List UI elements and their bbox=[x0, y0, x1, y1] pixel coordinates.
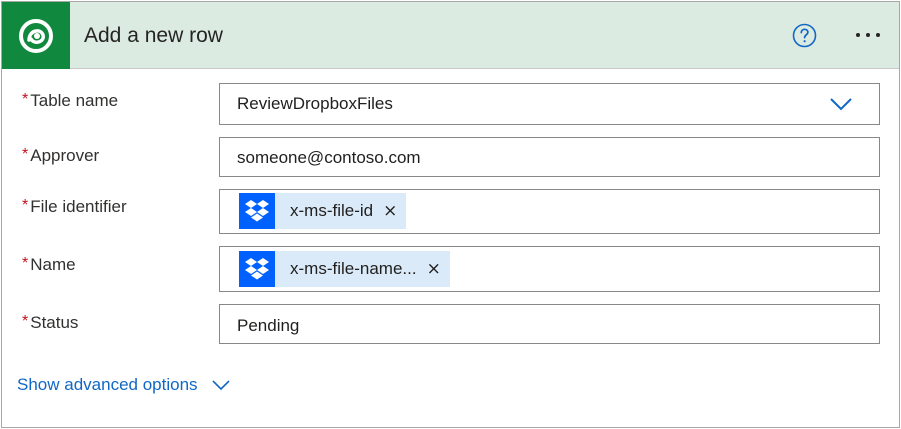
file-identifier-row: * File identifier x-ms-file-id × bbox=[2, 189, 899, 235]
more-options-icon[interactable] bbox=[848, 22, 888, 48]
status-label: * Status bbox=[22, 313, 79, 332]
card-header[interactable]: Add a new row bbox=[2, 2, 899, 69]
dynamic-content-token[interactable]: x-ms-file-name... × bbox=[239, 251, 450, 287]
advanced-options-label: Show advanced options bbox=[17, 375, 198, 394]
table-name-label: * Table name bbox=[22, 91, 119, 110]
remove-token-icon[interactable]: × bbox=[383, 202, 397, 220]
file-identifier-input[interactable]: x-ms-file-id × bbox=[219, 189, 880, 234]
remove-token-icon[interactable]: × bbox=[427, 260, 441, 278]
name-label: * Name bbox=[22, 255, 76, 274]
required-marker: * bbox=[22, 91, 29, 108]
chevron-down-icon bbox=[211, 380, 230, 391]
status-input[interactable]: Pending bbox=[219, 304, 880, 344]
required-marker: * bbox=[22, 255, 29, 272]
approver-row: * Approver someone@contoso.com bbox=[2, 137, 899, 179]
help-icon[interactable] bbox=[792, 23, 817, 48]
required-marker: * bbox=[22, 313, 29, 330]
approver-label: * Approver bbox=[22, 146, 100, 165]
chevron-down-icon[interactable] bbox=[829, 96, 853, 112]
name-input[interactable]: x-ms-file-name... × bbox=[219, 246, 880, 292]
status-value: Pending bbox=[237, 316, 300, 335]
dropbox-icon bbox=[239, 251, 275, 287]
required-marker: * bbox=[22, 197, 29, 214]
token-label: x-ms-file-name... bbox=[290, 259, 417, 278]
card-title: Add a new row bbox=[84, 24, 223, 47]
approver-value: someone@contoso.com bbox=[237, 148, 421, 167]
approver-input[interactable]: someone@contoso.com bbox=[219, 137, 880, 177]
table-name-dropdown[interactable]: ReviewDropboxFiles bbox=[219, 83, 880, 125]
dataverse-logo-icon bbox=[2, 2, 70, 69]
dropbox-icon bbox=[239, 193, 275, 229]
status-row: * Status Pending bbox=[2, 304, 899, 346]
show-advanced-options-link[interactable]: Show advanced options bbox=[17, 375, 230, 395]
table-name-row: * Table name ReviewDropboxFiles bbox=[2, 82, 899, 126]
dynamic-content-token[interactable]: x-ms-file-id × bbox=[239, 193, 407, 229]
required-marker: * bbox=[22, 146, 29, 163]
table-name-value: ReviewDropboxFiles bbox=[237, 94, 393, 113]
name-row: * Name x-ms-file-name... × bbox=[2, 246, 899, 293]
add-row-card: Add a new row * Table name ReviewDropboxF… bbox=[1, 1, 900, 428]
token-label: x-ms-file-id bbox=[290, 201, 374, 220]
file-identifier-label: * File identifier bbox=[22, 197, 127, 216]
